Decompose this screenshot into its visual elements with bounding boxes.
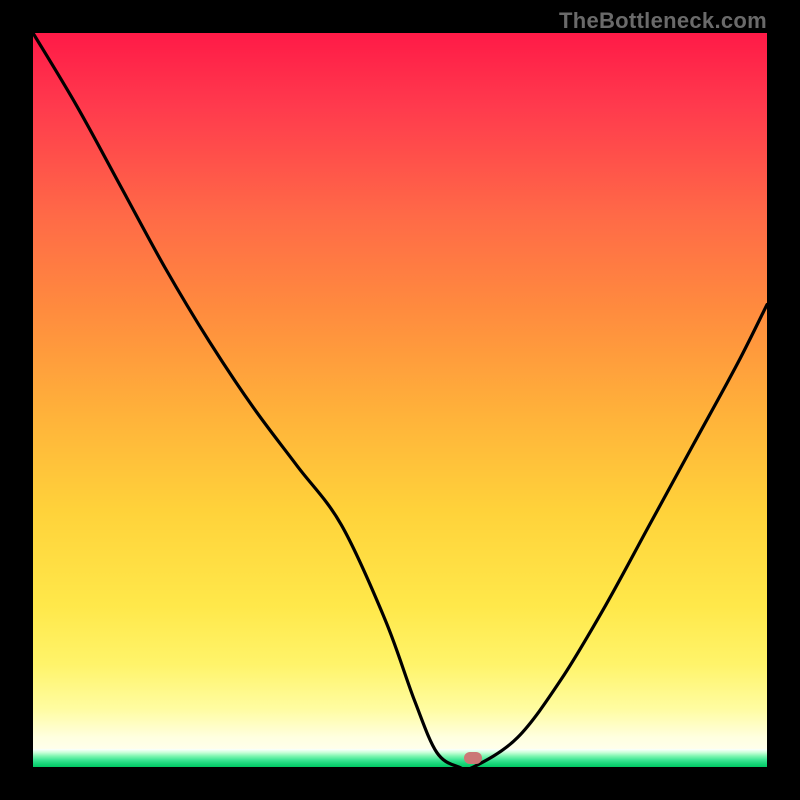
green-bottom-band xyxy=(33,749,767,767)
plot-background-gradient xyxy=(33,33,767,767)
watermark-text: TheBottleneck.com xyxy=(559,8,767,34)
chart-canvas: TheBottleneck.com xyxy=(0,0,800,800)
minimum-marker xyxy=(464,752,482,764)
